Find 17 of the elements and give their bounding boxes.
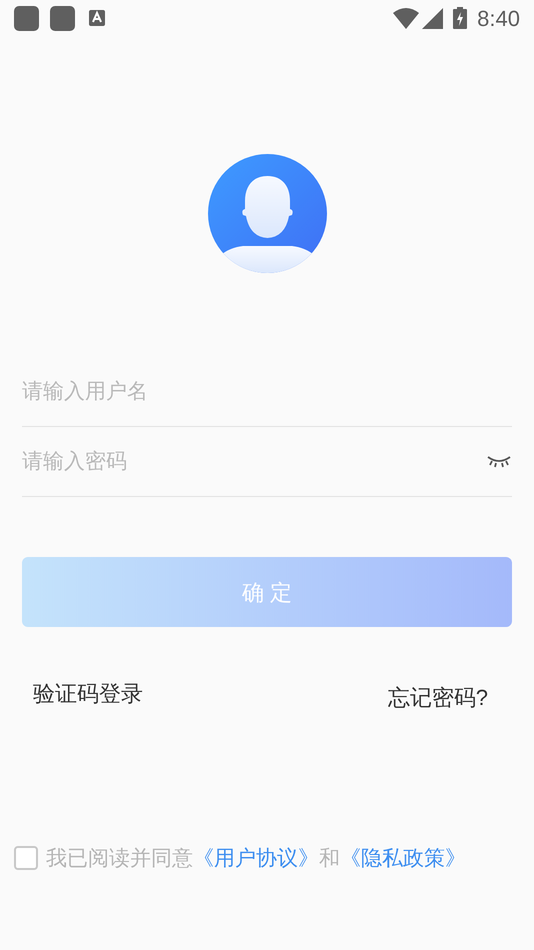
clock-time: 8:40 bbox=[477, 4, 520, 32]
notification-icon bbox=[14, 6, 39, 30]
username-field[interactable]: 请输入用户名 bbox=[22, 376, 512, 408]
privacy-policy-link[interactable]: 《隐私政策》 bbox=[340, 846, 466, 870]
battery-icon bbox=[453, 7, 468, 29]
agreement-text: 我已阅读并同意《用户协议》和《隐私政策》 bbox=[46, 846, 466, 872]
forgot-password-link[interactable]: 忘记密码? bbox=[388, 681, 488, 714]
closed-eye-icon[interactable] bbox=[486, 454, 512, 468]
avatar-icon bbox=[208, 154, 326, 273]
signal-icon bbox=[422, 8, 444, 28]
password-field[interactable]: 请输入密码 bbox=[22, 446, 486, 478]
notification-icon bbox=[50, 6, 75, 30]
user-agreement-link[interactable]: 《用户协议》 bbox=[193, 846, 319, 870]
keyboard-icon bbox=[89, 10, 105, 26]
wifi-icon bbox=[393, 7, 420, 29]
sms-login-link[interactable]: 验证码登录 bbox=[33, 677, 143, 714]
agreement-checkbox[interactable] bbox=[14, 846, 38, 870]
